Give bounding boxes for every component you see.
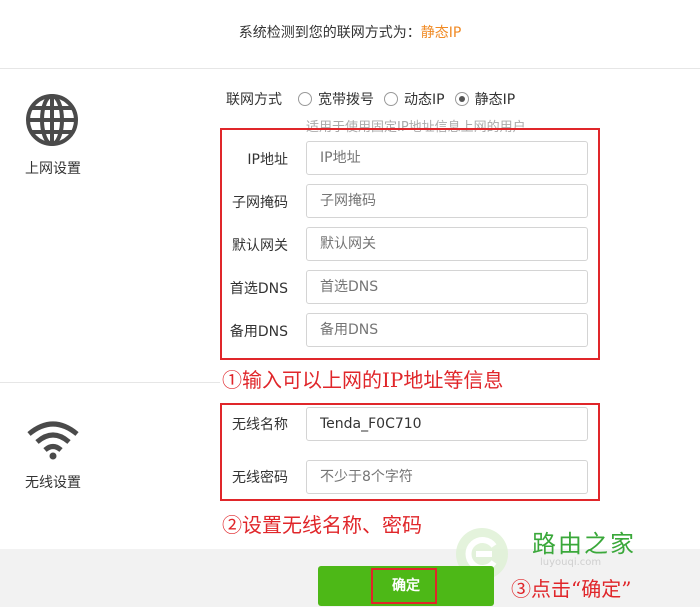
annotation-step-2: ②设置无线名称、密码: [222, 513, 422, 537]
radio-dhcp-label[interactable]: 动态IP: [404, 89, 445, 109]
radio-pppoe[interactable]: 宽带拨号: [298, 89, 374, 109]
radio-static-ip[interactable]: 静态IP: [454, 89, 516, 109]
wifi-name-label: 无线名称: [232, 417, 288, 433]
annotation-step-1: ①输入可以上网的IP地址等信息: [222, 368, 504, 392]
gateway-label: 默认网关: [232, 238, 288, 254]
radio-dhcp-circle[interactable]: [384, 92, 398, 106]
globe-icon: [25, 93, 79, 151]
wifi-name-input[interactable]: [306, 407, 588, 441]
secondary-dns-label: 备用DNS: [229, 324, 288, 340]
radio-pppoe-circle[interactable]: [298, 92, 312, 106]
radio-pppoe-label[interactable]: 宽带拨号: [318, 89, 374, 109]
internet-section-label: 上网设置: [25, 161, 81, 177]
radio-dhcp[interactable]: 动态IP: [384, 89, 445, 109]
status-prefix: 系统检测到您的联网方式为：: [238, 25, 421, 41]
annotation-step-3: ③点击“确定”: [511, 577, 632, 601]
detected-mode-status: 系统检测到您的联网方式为：静态IP: [0, 22, 700, 42]
wireless-section-label: 无线设置: [25, 475, 81, 491]
subnet-mask-label: 子网掩码: [232, 195, 288, 211]
status-mode: 静态IP: [420, 25, 462, 41]
wifi-password-input[interactable]: [306, 460, 588, 494]
connection-type-group: 联网方式 宽带拨号 动态IP 静态IP: [226, 89, 525, 109]
divider-top: [0, 68, 700, 69]
ip-address-label: IP地址: [247, 152, 288, 168]
subnet-mask-input[interactable]: [306, 184, 588, 218]
primary-dns-label: 首选DNS: [229, 281, 288, 297]
ip-address-input[interactable]: [306, 141, 588, 175]
watermark-url: luyouqi.com: [540, 557, 602, 568]
wifi-password-label: 无线密码: [232, 470, 288, 486]
radio-static-ip-label[interactable]: 静态IP: [475, 89, 516, 109]
wifi-icon: [25, 420, 81, 464]
annotation-box-confirm: [371, 568, 437, 604]
gateway-input[interactable]: [306, 227, 588, 261]
primary-dns-input[interactable]: [306, 270, 588, 304]
connection-type-label: 联网方式: [226, 92, 282, 108]
watermark-text: 路由之家: [532, 530, 636, 558]
divider-middle: [0, 382, 220, 383]
secondary-dns-input[interactable]: [306, 313, 588, 347]
radio-static-ip-circle[interactable]: [454, 92, 469, 106]
